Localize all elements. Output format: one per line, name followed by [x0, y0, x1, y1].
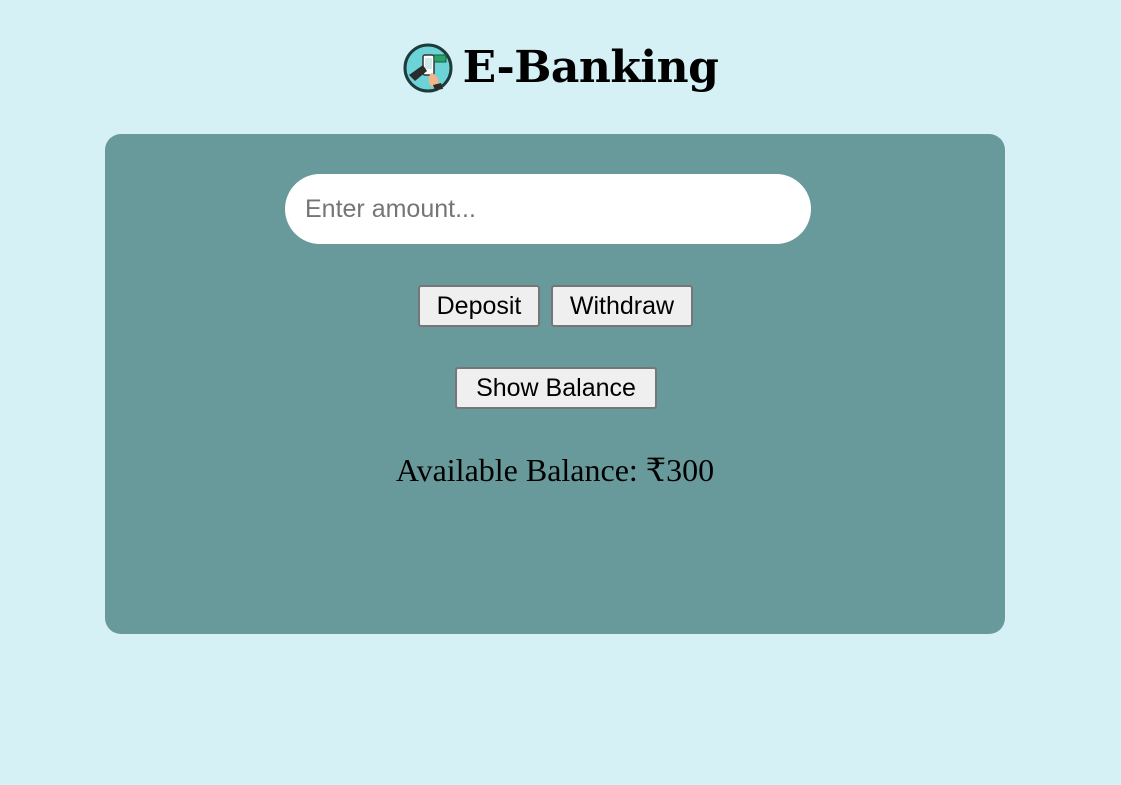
mobile-banking-hand-icon: [403, 43, 453, 93]
page-title: E-Banking: [462, 42, 719, 93]
page: E-Banking Deposit Withdraw Show Balance …: [0, 0, 1121, 785]
header: E-Banking: [0, 38, 1121, 98]
show-balance-button[interactable]: Show Balance: [455, 367, 657, 409]
banking-panel: Deposit Withdraw Show Balance Available …: [105, 134, 1005, 634]
withdraw-button[interactable]: Withdraw: [551, 285, 693, 327]
amount-input[interactable]: [285, 174, 811, 244]
deposit-button[interactable]: Deposit: [418, 285, 540, 327]
available-balance-text: Available Balance: ₹300: [395, 452, 715, 488]
